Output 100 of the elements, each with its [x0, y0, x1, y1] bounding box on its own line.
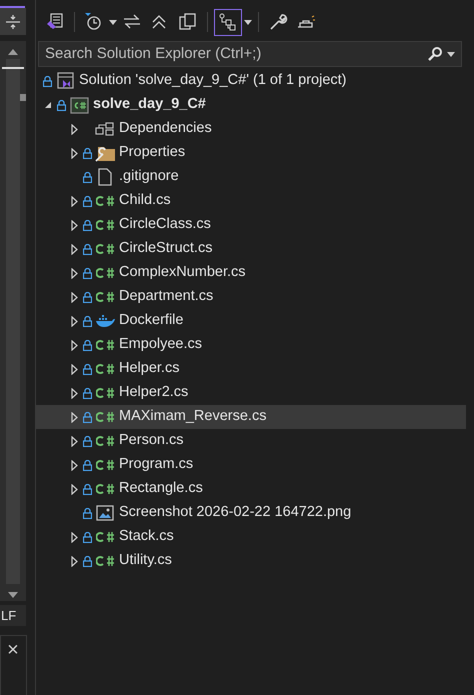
search-bar[interactable]: Search Solution Explorer (Ctrl+;) [38, 41, 462, 67]
item-label: ComplexNumber.cs [119, 263, 246, 282]
expand-arrow-icon[interactable] [70, 220, 78, 230]
expand-arrow-icon[interactable] [70, 412, 78, 422]
tree-item[interactable]: Department.cs [36, 285, 466, 309]
item-label: Child.cs [119, 191, 171, 210]
expand-arrow-icon[interactable] [70, 388, 78, 398]
item-label: Screenshot 2026-02-22 164722.png [119, 503, 352, 522]
scroll-thumb[interactable] [2, 67, 24, 69]
tree-item[interactable]: Screenshot 2026-02-22 164722.png [36, 501, 466, 525]
tree-item[interactable]: Helper.cs [36, 357, 466, 381]
csharp-file-icon [96, 387, 114, 399]
expand-arrow-icon[interactable] [70, 268, 78, 278]
csharp-file-icon [96, 459, 114, 471]
item-label: Person.cs [119, 431, 184, 450]
expand-arrow-icon[interactable] [70, 436, 78, 446]
expand-arrow-icon[interactable] [70, 316, 78, 326]
tree-item[interactable]: solve_day_9_C# [36, 93, 466, 117]
solution-icon [45, 12, 65, 32]
csharp-file-icon [96, 291, 114, 303]
split-icon [5, 14, 21, 30]
line-ending-indicator[interactable]: LF [0, 605, 26, 626]
file-icon [98, 168, 112, 186]
item-label: solve_day_9_C# [93, 95, 206, 114]
item-label: CircleStruct.cs [119, 239, 212, 258]
item-label: Solution 'solve_day_9_C#' (1 of 1 project) [79, 71, 346, 90]
item-label: Rectangle.cs [119, 479, 203, 498]
folder-wrench-icon [94, 144, 116, 162]
csharp-file-icon [96, 339, 114, 351]
csharp-file-icon [96, 243, 114, 255]
image-icon [96, 505, 114, 521]
copy-icon [178, 12, 198, 32]
wrench-icon [268, 12, 288, 32]
expand-arrow-icon[interactable] [70, 196, 78, 206]
expand-arrow-icon[interactable] [70, 148, 78, 158]
whale-icon [95, 314, 115, 328]
dependencies-icon [95, 122, 115, 136]
expand-arrow-icon[interactable] [70, 364, 78, 374]
csharp-file-icon [96, 435, 114, 447]
scrollbar[interactable] [0, 41, 26, 601]
csharp-file-icon [96, 219, 114, 231]
dropdown-icon[interactable] [447, 52, 455, 56]
tree-item[interactable]: Rectangle.cs [36, 477, 466, 501]
csharp-file-icon [96, 555, 114, 567]
tree-item[interactable]: Empolyee.cs [36, 333, 466, 357]
tree-item[interactable]: ComplexNumber.cs [36, 261, 466, 285]
scroll-up-icon[interactable] [8, 49, 18, 55]
close-button[interactable]: × [3, 640, 23, 660]
tab-indicator [0, 6, 25, 8]
csharp-project-icon [70, 96, 88, 114]
csharp-file-icon [96, 267, 114, 279]
item-label: Helper.cs [119, 359, 180, 378]
tree-item[interactable]: Stack.cs [36, 525, 466, 549]
tree-item[interactable]: MAXimam_Reverse.cs [36, 405, 466, 429]
csharp-file-icon [96, 483, 114, 495]
csharp-file-icon [96, 195, 114, 207]
tree-item[interactable]: Solution 'solve_day_9_C#' (1 of 1 project) [36, 69, 466, 93]
dropdown-icon[interactable] [244, 20, 252, 24]
csharp-file-icon [96, 411, 114, 423]
tree-item[interactable]: Child.cs [36, 189, 466, 213]
item-label: Utility.cs [119, 551, 172, 570]
tree-view-icon [218, 12, 238, 32]
item-label: Stack.cs [119, 527, 174, 546]
tree-item[interactable]: .gitignore [36, 165, 466, 189]
tree-item[interactable]: Utility.cs [36, 549, 466, 573]
item-label: Properties [119, 143, 186, 162]
tree-item[interactable]: Properties [36, 141, 466, 165]
item-label: Program.cs [119, 455, 194, 474]
split-button[interactable] [0, 8, 26, 35]
tree-item[interactable]: Program.cs [36, 453, 466, 477]
solution-icon [55, 72, 75, 90]
expand-arrow-icon[interactable] [70, 556, 78, 566]
expand-arrow-icon[interactable] [70, 484, 78, 494]
search-field[interactable]: Search Solution Explorer (Ctrl+;) [45, 42, 427, 66]
item-label: MAXimam_Reverse.cs [119, 407, 266, 426]
dropdown-icon[interactable] [109, 20, 117, 24]
csharp-file-icon [96, 363, 114, 375]
csharp-file-icon [96, 531, 114, 543]
tree-item[interactable]: CircleClass.cs [36, 213, 466, 237]
tree-item[interactable]: Dependencies [36, 117, 466, 141]
expanded-arrow-icon[interactable] [44, 101, 52, 109]
item-label: Helper2.cs [119, 383, 188, 402]
item-label: Dependencies [119, 119, 212, 138]
tree-item[interactable]: Dockerfile [36, 309, 466, 333]
expand-arrow-icon[interactable] [70, 460, 78, 470]
scroll-down-icon[interactable] [8, 592, 18, 598]
tree-item[interactable]: Helper2.cs [36, 381, 466, 405]
item-label: Department.cs [119, 287, 214, 306]
expand-arrow-icon[interactable] [70, 292, 78, 302]
expand-arrow-icon[interactable] [70, 244, 78, 254]
expand-arrow-icon[interactable] [70, 124, 78, 134]
scroll-marker [20, 94, 26, 101]
item-label: .gitignore [119, 167, 179, 186]
expand-arrow-icon[interactable] [70, 532, 78, 542]
tree-item[interactable]: CircleStruct.cs [36, 237, 466, 261]
tree-view-button[interactable] [214, 8, 242, 36]
expand-arrow-icon[interactable] [70, 340, 78, 350]
item-label: Dockerfile [119, 311, 184, 330]
tree-item[interactable]: Person.cs [36, 429, 466, 453]
search-icon[interactable] [427, 46, 443, 62]
